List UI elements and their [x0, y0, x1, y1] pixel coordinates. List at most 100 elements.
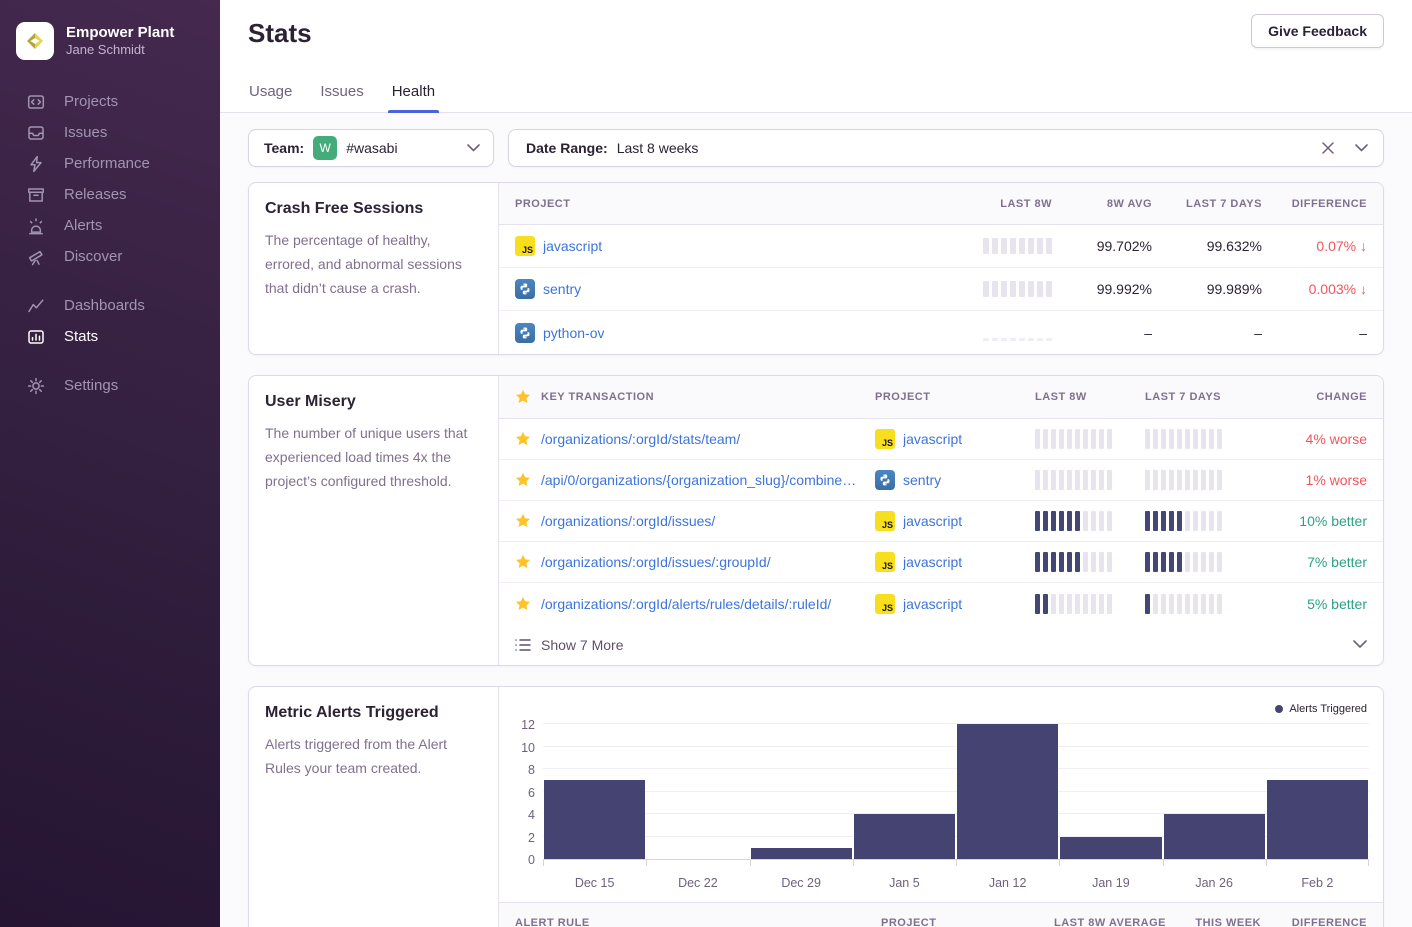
python-icon: [515, 323, 535, 343]
date-range-select[interactable]: Date Range: Last 8 weeks: [508, 129, 1384, 167]
x-axis-label: Jan 26: [1163, 867, 1266, 890]
app-window: Empower Plant Jane Schmidt Projects Issu…: [0, 0, 1412, 927]
bar: [544, 780, 645, 859]
change-value: 4% worse: [1306, 431, 1367, 447]
project-link[interactable]: javascript: [903, 596, 962, 612]
col-last-7-days: LAST 7 DAYS: [1145, 391, 1257, 403]
card-title: User Misery: [265, 393, 482, 411]
sidebar-item-performance[interactable]: Performance: [0, 148, 220, 179]
filter-bar: Team: W #wasabi Date Range: Last 8 weeks: [248, 129, 1384, 167]
transaction-link[interactable]: /organizations/:orgId/stats/team/: [541, 431, 740, 447]
sparkline-last-8w: [1035, 552, 1145, 572]
project-link[interactable]: sentry: [903, 472, 941, 488]
team-select[interactable]: Team: W #wasabi: [248, 129, 494, 167]
difference-value: 0.003% ↓: [1309, 281, 1367, 297]
chevron-down-icon[interactable]: [467, 144, 480, 152]
sidebar-item-issues[interactable]: Issues: [0, 117, 220, 148]
chevron-down-icon[interactable]: [1353, 640, 1367, 649]
transaction-link[interactable]: /organizations/:orgId/issues/: [541, 513, 715, 529]
bar: [1267, 780, 1368, 859]
project-link[interactable]: python-ov: [543, 325, 604, 341]
col-last-8w: LAST 8W: [1000, 198, 1052, 210]
crash-free-sessions-card: Crash Free Sessions The percentage of he…: [248, 182, 1384, 355]
star-icon[interactable]: [515, 554, 531, 570]
x-axis-label: Dec 29: [750, 867, 853, 890]
bar: [1164, 814, 1265, 859]
difference-value: –: [1359, 325, 1367, 341]
sidebar-item-projects[interactable]: Projects: [0, 86, 220, 117]
transaction-link[interactable]: /organizations/:orgId/alerts/rules/detai…: [541, 596, 831, 612]
tab-usage[interactable]: Usage: [248, 83, 293, 112]
discover-icon: [27, 248, 45, 266]
avg-8w-value: 99.992%: [1097, 281, 1152, 297]
project-link[interactable]: javascript: [903, 431, 962, 447]
col-alert-rule: ALERT RULE: [515, 917, 881, 927]
x-axis-label: Jan 12: [956, 867, 1059, 890]
tab-bar: Usage Issues Health: [248, 83, 436, 112]
tab-health[interactable]: Health: [391, 83, 436, 112]
x-axis-label: Feb 2: [1266, 867, 1369, 890]
col-last-8w: LAST 8W: [1035, 391, 1145, 403]
date-range-label: Date Range:: [526, 140, 608, 156]
card-description: The number of unique users that experien…: [265, 421, 482, 493]
sparkline-last-8w: [1035, 470, 1145, 490]
project-link[interactable]: sentry: [543, 281, 581, 297]
bar: [751, 848, 852, 859]
date-range-value: Last 8 weeks: [617, 140, 699, 156]
sparkline-last-7-days: [1145, 552, 1257, 572]
change-value: 1% worse: [1306, 472, 1367, 488]
sparkline-last-8w: [1035, 594, 1145, 614]
sparkline-last-7-days: [1145, 511, 1257, 531]
table-row: JS javascript 99.702% 99.632% 0.07% ↓: [499, 225, 1383, 268]
clear-icon[interactable]: [1322, 142, 1334, 154]
main-area: Stats Give Feedback Usage Issues Health …: [220, 0, 1412, 927]
tab-issues[interactable]: Issues: [319, 83, 364, 112]
give-feedback-button[interactable]: Give Feedback: [1251, 14, 1384, 48]
sidebar-item-dashboards[interactable]: Dashboards: [0, 290, 220, 321]
issues-icon: [27, 124, 45, 142]
sparkline-last-8w: [983, 281, 1052, 297]
sidebar-item-label: Alerts: [64, 217, 102, 234]
col-change: CHANGE: [1316, 391, 1367, 403]
table-row: /organizations/:orgId/issues/:groupId/JS…: [499, 542, 1383, 583]
user-misery-table: KEY TRANSACTION PROJECT LAST 8W LAST 7 D…: [499, 376, 1383, 665]
card-title: Metric Alerts Triggered: [265, 704, 482, 722]
sidebar-item-discover[interactable]: Discover: [0, 241, 220, 272]
sidebar-item-label: Settings: [64, 377, 118, 394]
chart-bars: [543, 724, 1369, 859]
sidebar-item-stats[interactable]: Stats: [0, 321, 220, 352]
star-icon[interactable]: [515, 513, 531, 529]
team-avatar: W: [313, 136, 337, 160]
sidebar-item-releases[interactable]: Releases: [0, 179, 220, 210]
sidebar-item-alerts[interactable]: Alerts: [0, 210, 220, 241]
sparkline-last-7-days: [1145, 470, 1257, 490]
project-link[interactable]: javascript: [543, 238, 602, 254]
show-more-row[interactable]: Show 7 More: [499, 624, 1383, 665]
sidebar-item-label: Releases: [64, 186, 127, 203]
star-icon[interactable]: [515, 596, 531, 612]
sparkline-last-7-days: [1145, 429, 1257, 449]
chart-x-axis: Dec 15Dec 22Dec 29Jan 5Jan 12Jan 19Jan 2…: [543, 867, 1369, 890]
transaction-link[interactable]: /organizations/:orgId/issues/:groupId/: [541, 554, 771, 570]
table-row: python-ov – – –: [499, 311, 1383, 354]
col-last-8w-average: LAST 8W AVERAGE: [1054, 917, 1166, 927]
dashboards-icon: [27, 297, 45, 315]
project-link[interactable]: javascript: [903, 513, 962, 529]
chevron-down-icon[interactable]: [1355, 144, 1368, 152]
page-header: Stats Give Feedback Usage Issues Health: [220, 0, 1412, 113]
org-switcher[interactable]: Empower Plant Jane Schmidt: [0, 22, 220, 60]
sidebar-item-label: Dashboards: [64, 297, 145, 314]
sidebar-item-settings[interactable]: Settings: [0, 370, 220, 401]
table-header: KEY TRANSACTION PROJECT LAST 8W LAST 7 D…: [499, 376, 1383, 419]
last-7d-value: 99.632%: [1207, 238, 1262, 254]
card-title: Crash Free Sessions: [265, 200, 482, 218]
star-icon[interactable]: [515, 472, 531, 488]
table-row: /api/0/organizations/{organization_slug}…: [499, 460, 1383, 501]
change-value: 5% better: [1307, 596, 1367, 612]
projects-icon: [27, 93, 45, 111]
project-link[interactable]: javascript: [903, 554, 962, 570]
user-misery-card: User Misery The number of unique users t…: [248, 375, 1384, 666]
python-icon: [515, 279, 535, 299]
transaction-link[interactable]: /api/0/organizations/{organization_slug}…: [541, 472, 856, 488]
star-icon[interactable]: [515, 431, 531, 447]
